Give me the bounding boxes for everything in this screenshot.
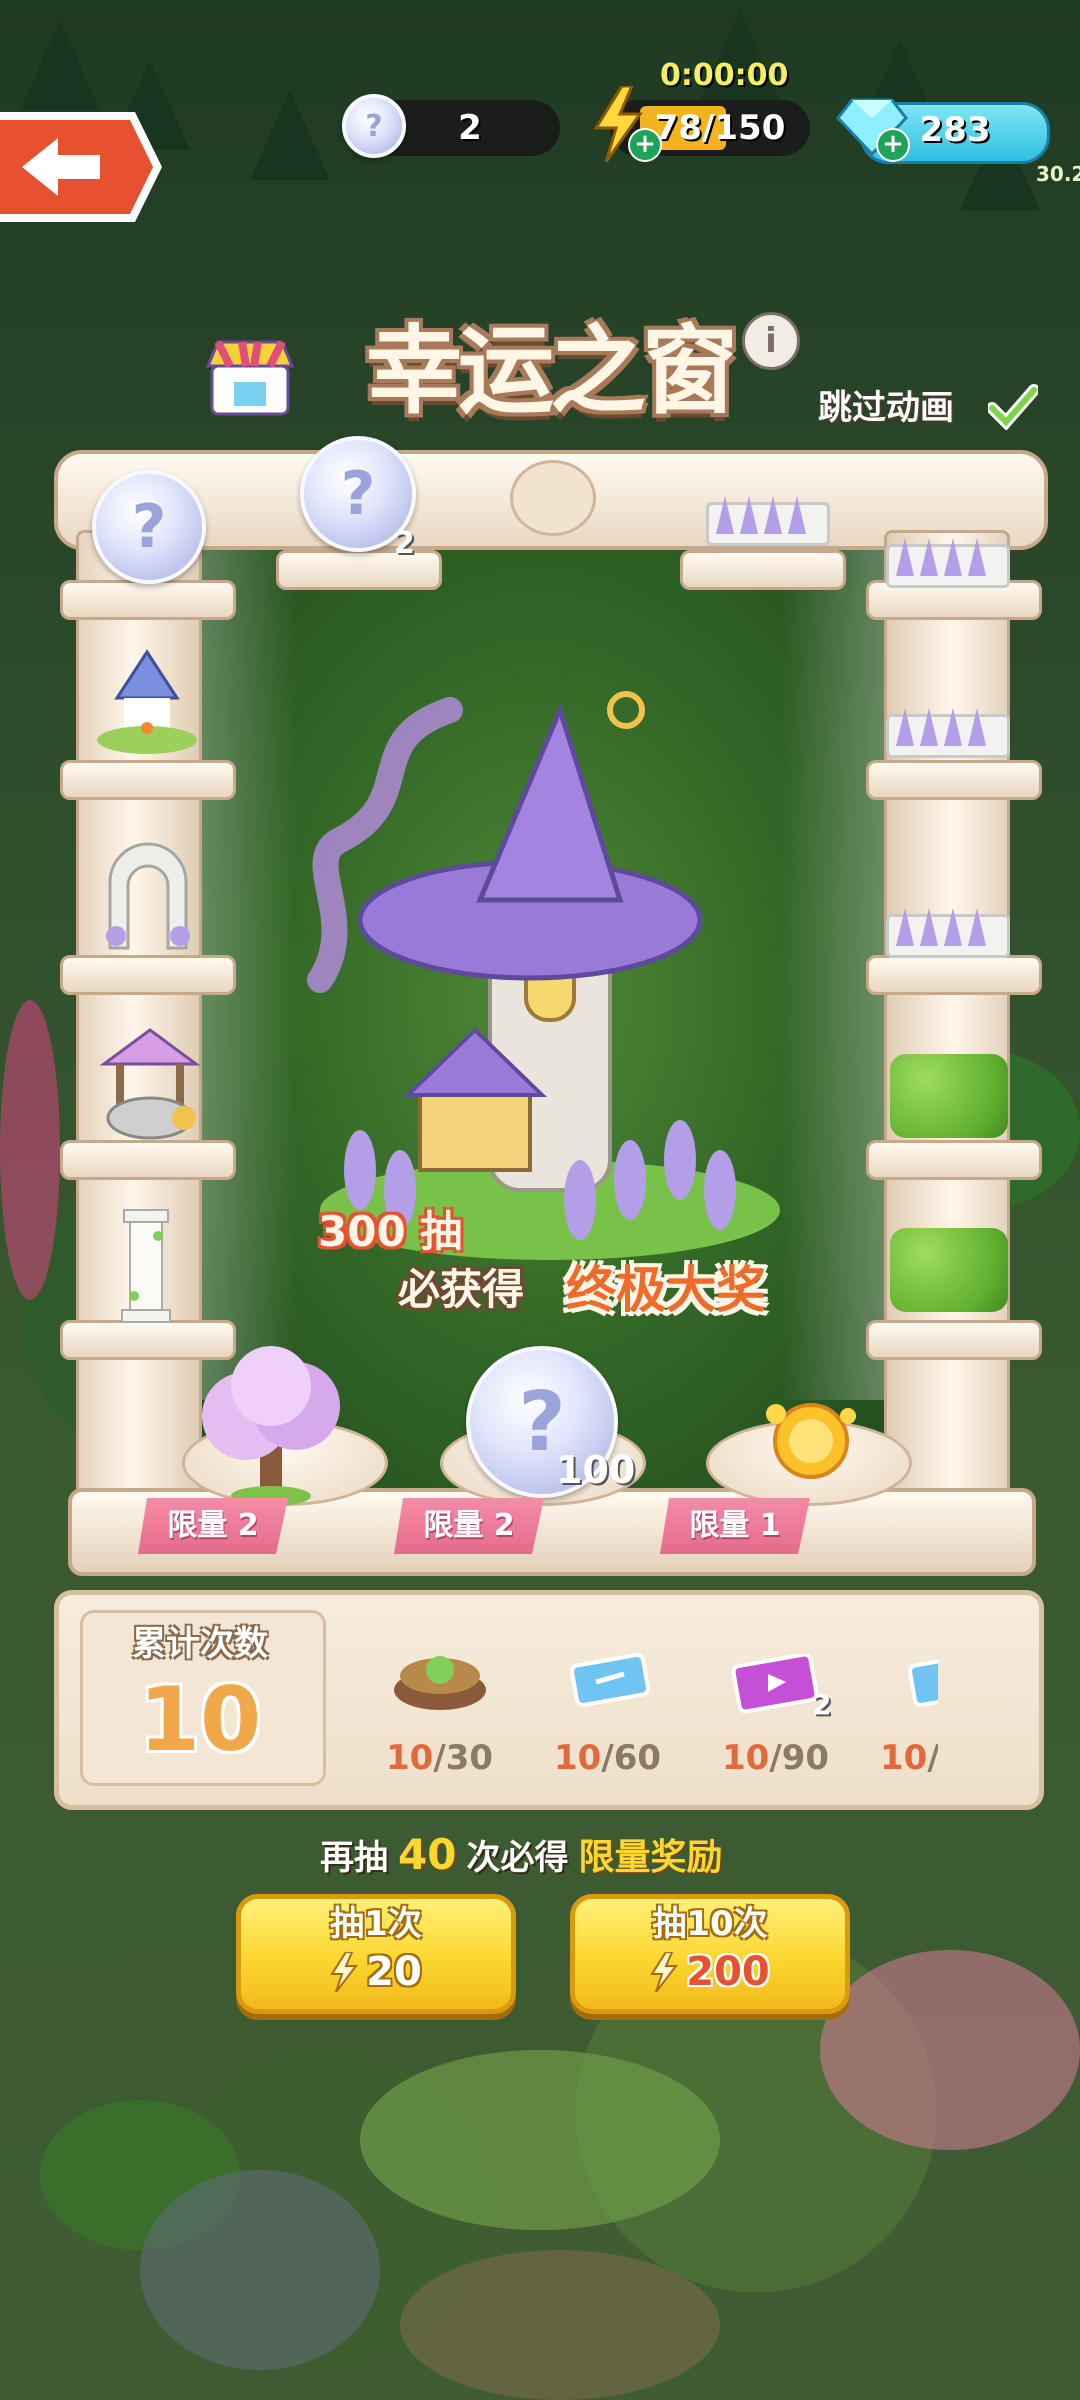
draw-once-label: 抽1次 [330,1904,422,1944]
lavender-planter-icon [886,490,1010,590]
top-shelf-right [680,550,846,590]
draw-count-text: 300 抽 [318,1207,463,1256]
shop-icon[interactable] [204,334,296,418]
ticket-icon [570,1652,650,1708]
pity-hint: 再抽 40 次必得 限量奖励 [320,1824,790,1884]
energy-bolt-icon [330,1951,359,1993]
white-column-icon [118,1206,174,1326]
milestone-progress: 10/30 [386,1738,493,1778]
skip-animation-toggle[interactable]: 跳过动画 [818,380,1048,436]
hint-middle: 次必得 [466,1837,569,1878]
milestone-current: 10 [880,1738,928,1778]
ticket-coin-icon: ? [92,470,206,584]
lavender-planter-icon [706,448,830,548]
wishing-well-icon [98,1026,202,1146]
milestone-progress: 10/90 [722,1738,829,1778]
milestone-current: 10 [386,1738,434,1778]
back-button[interactable] [0,108,165,226]
video-card-icon [730,1652,820,1716]
total-draws-value: 10 [138,1668,262,1771]
milestone-target: /60 [601,1738,662,1778]
energy-value: 78/150 [654,108,786,148]
milestone-target: /90 [769,1738,830,1778]
milestone-progress: 10/ [880,1738,938,1778]
stump-icon [390,1644,490,1714]
background-level-text: 30.2 [1036,162,1080,186]
flower-hedge-icon [890,1228,1008,1312]
cherry-tree-icon [186,1346,356,1506]
limit-badge: 限量 2 [394,1498,544,1554]
lavender-planter-icon [886,660,1010,760]
right-shelf-5 [866,1320,1042,1360]
guarantee-text: 必获得 [398,1265,525,1314]
hint-reward: 限量奖励 [578,1837,723,1878]
grand-prize-label: 终极大奖 [566,1261,766,1319]
draw-ten-cost: 200 [686,1949,770,1995]
milestone-current: 10 [722,1738,770,1778]
info-icon[interactable]: i [742,312,800,370]
wizard-tower-grand-prize-icon [300,650,800,1270]
golden-sun-icon [756,1386,866,1496]
left-shelf-3 [60,955,236,995]
gem-count: 283 [919,110,991,150]
timer-text: 0:00:00 [660,58,789,93]
total-draws-label: 累计次数 [132,1624,268,1664]
hint-count: 40 [398,1829,457,1879]
draw-once-button[interactable]: 抽1次 20 [236,1894,516,2014]
pedestal-count-label: 100 [556,1448,636,1492]
skip-animation-label: 跳过动画 [818,388,954,428]
page-title: 幸运之窗 [366,315,738,427]
milestone-progress: 10/60 [554,1738,661,1778]
milestone-current: 10 [554,1738,602,1778]
energy-bolt-icon [650,1951,679,1993]
limit-badge: 限量 2 [138,1498,288,1554]
ticket-icon [908,1652,938,1708]
milestone-target: /30 [433,1738,494,1778]
check-icon [986,384,1040,431]
lavender-planter-icon [886,860,1010,960]
right-shelf-3 [866,955,1042,995]
back-arrow-icon [0,112,162,222]
ticket-count: 2 [458,108,482,148]
draw-ten-button[interactable]: 抽10次 200 [570,1894,850,2014]
right-shelf-2 [866,760,1042,800]
coin-count-label: 2 [394,526,415,561]
draw-ten-label: 抽10次 [652,1904,768,1944]
ticket-coin-icon: ? [342,94,406,158]
hint-prefix: 再抽 [320,1837,388,1878]
limit-badge: 限量 1 [660,1498,810,1554]
milestone-target: / [927,1738,938,1778]
draw-once-cost: 20 [366,1949,422,1995]
right-shelf-4 [866,1140,1042,1180]
left-shelf-2 [60,760,236,800]
flower-hedge-icon [890,1054,1008,1138]
milestone-badge: 2 [812,1688,832,1721]
arch-ornament [510,460,596,536]
stone-arch-icon [96,836,200,956]
gazebo-icon [92,648,202,758]
milestone-track: 10/30 10/60 2 10/90 10/ [360,1620,938,1790]
left-shelf-1 [60,580,236,620]
